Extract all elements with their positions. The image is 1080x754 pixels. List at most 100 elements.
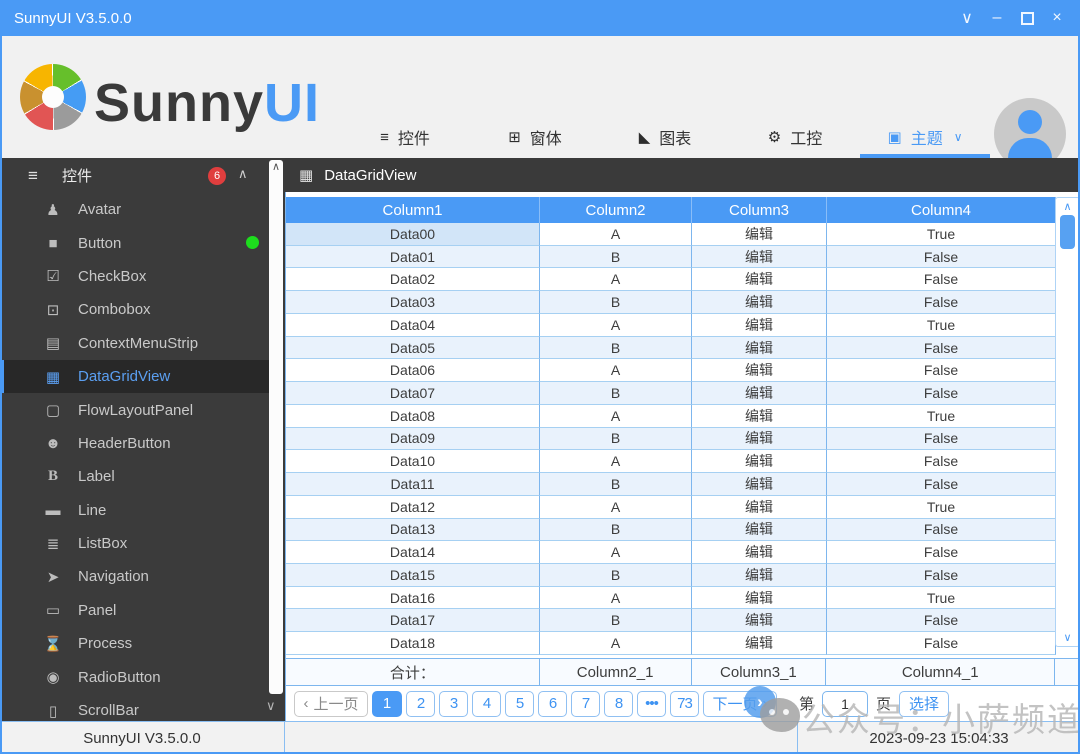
table-row[interactable]: Data13 B 编辑 False [286,519,1056,542]
table-cell[interactable]: False [827,632,1056,655]
table-cell[interactable]: 编辑 [692,519,827,542]
minimize-button[interactable]: – [982,3,1012,33]
table-row[interactable]: Data17 B 编辑 False [286,609,1056,632]
table-cell[interactable]: Data06 [286,359,540,382]
table-cell[interactable]: 编辑 [692,632,827,655]
table-cell[interactable]: Data09 [286,428,540,451]
table-cell[interactable]: Data11 [286,473,540,496]
table-cell[interactable]: Data14 [286,541,540,564]
table-cell[interactable]: Data12 [286,496,540,519]
table-cell[interactable]: A [540,496,692,519]
sidebar-item[interactable]: ▤ ContextMenuStrip [0,327,269,360]
table-cell[interactable]: 编辑 [692,405,827,428]
table-cell[interactable]: 编辑 [692,496,827,519]
table-cell[interactable]: False [827,428,1056,451]
page-button[interactable]: 4 [472,691,501,717]
table-cell[interactable]: Data17 [286,609,540,632]
table-cell[interactable]: Data01 [286,246,540,269]
nav-tab[interactable]: ⚙ 工控 ∨ [730,116,860,158]
sidebar-item[interactable]: ▦ DataGridView [0,360,269,393]
table-cell[interactable]: 编辑 [692,450,827,473]
table-cell[interactable]: Data16 [286,587,540,610]
column-header[interactable]: Column3 [692,197,827,223]
table-cell[interactable]: False [827,268,1056,291]
page-number-input[interactable] [822,691,868,717]
scrollbar-thumb[interactable] [1060,215,1075,249]
table-cell[interactable]: False [827,291,1056,314]
table-row[interactable]: Data12 A 编辑 True [286,496,1056,519]
sidebar-item[interactable]: ◉ RadioButton [0,660,269,693]
table-cell[interactable]: A [540,314,692,337]
table-cell[interactable]: False [827,337,1056,360]
table-row[interactable]: Data07 B 编辑 False [286,382,1056,405]
nav-tab[interactable]: ≡ 控件 ∨ [340,116,470,158]
table-cell[interactable]: 编辑 [692,382,827,405]
sidebar-header[interactable]: ≡ 控件 6 ∧ [0,158,285,193]
table-cell[interactable]: B [540,519,692,542]
page-button[interactable]: 6 [538,691,567,717]
table-cell[interactable]: 编辑 [692,246,827,269]
table-cell[interactable]: False [827,519,1056,542]
table-cell[interactable]: True [827,405,1056,428]
table-cell[interactable]: 编辑 [692,314,827,337]
scroll-up-icon[interactable]: ∧ [269,160,283,173]
sidebar-item[interactable]: ▢ FlowLayoutPanel [0,393,269,426]
table-cell[interactable]: 编辑 [692,337,827,360]
table-cell[interactable]: False [827,564,1056,587]
table-cell[interactable]: B [540,609,692,632]
table-cell[interactable]: Data00 [286,223,540,246]
table-cell[interactable]: True [827,314,1056,337]
table-cell[interactable]: A [540,541,692,564]
scroll-down-icon[interactable]: ∨ [1056,631,1079,644]
table-cell[interactable]: False [827,450,1056,473]
table-cell[interactable]: False [827,359,1056,382]
table-cell[interactable]: A [540,223,692,246]
table-cell[interactable]: False [827,473,1056,496]
sidebar-item[interactable]: ≣ ListBox [0,527,269,560]
table-row[interactable]: Data10 A 编辑 False [286,450,1056,473]
select-page-button[interactable]: 选择 [899,691,949,717]
page-button[interactable]: 73 [670,691,699,717]
table-row[interactable]: Data06 A 编辑 False [286,359,1056,382]
sidebar-item[interactable]: ⌛ Process [0,627,269,660]
table-cell[interactable]: A [540,405,692,428]
table-row[interactable]: Data00 A 编辑 True [286,223,1056,246]
table-cell[interactable]: True [827,223,1056,246]
table-cell[interactable]: 编辑 [692,587,827,610]
table-cell[interactable]: A [540,359,692,382]
table-cell[interactable]: Data07 [286,382,540,405]
sidebar-item[interactable]: ▭ Panel [0,594,269,627]
nav-tab[interactable]: ▣ 主题 ∨ [860,116,990,158]
table-row[interactable]: Data01 B 编辑 False [286,246,1056,269]
table-cell[interactable]: B [540,473,692,496]
table-row[interactable]: Data14 A 编辑 False [286,541,1056,564]
table-cell[interactable]: 编辑 [692,359,827,382]
page-button[interactable]: 3 [439,691,468,717]
table-row[interactable]: Data09 B 编辑 False [286,428,1056,451]
maximize-button[interactable] [1012,3,1042,33]
column-header[interactable]: Column4 [827,197,1056,223]
table-row[interactable]: Data11 B 编辑 False [286,473,1056,496]
sidebar-item[interactable]: ▯ ScrollBar [0,694,269,721]
table-row[interactable]: Data15 B 编辑 False [286,564,1056,587]
page-button[interactable]: 5 [505,691,534,717]
table-row[interactable]: Data08 A 编辑 True [286,405,1056,428]
table-cell[interactable]: 编辑 [692,428,827,451]
table-cell[interactable]: Data08 [286,405,540,428]
sidebar-item[interactable]: B Label [0,460,269,493]
table-row[interactable]: Data18 A 编辑 False [286,632,1056,655]
table-cell[interactable]: 编辑 [692,541,827,564]
page-button[interactable]: 1 [372,691,402,717]
table-cell[interactable]: B [540,337,692,360]
table-cell[interactable]: 编辑 [692,473,827,496]
nav-tab[interactable]: ◣ 图表 ∨ [600,116,730,158]
table-cell[interactable]: 编辑 [692,268,827,291]
table-cell[interactable]: False [827,246,1056,269]
table-row[interactable]: Data05 B 编辑 False [286,337,1056,360]
table-row[interactable]: Data03 B 编辑 False [286,291,1056,314]
sidebar-item[interactable]: ☑ CheckBox [0,260,269,293]
table-cell[interactable]: False [827,609,1056,632]
sidebar-item[interactable]: ☻ HeaderButton [0,427,269,460]
table-cell[interactable]: A [540,450,692,473]
sidebar-item[interactable]: ⊡ Combobox [0,293,269,326]
